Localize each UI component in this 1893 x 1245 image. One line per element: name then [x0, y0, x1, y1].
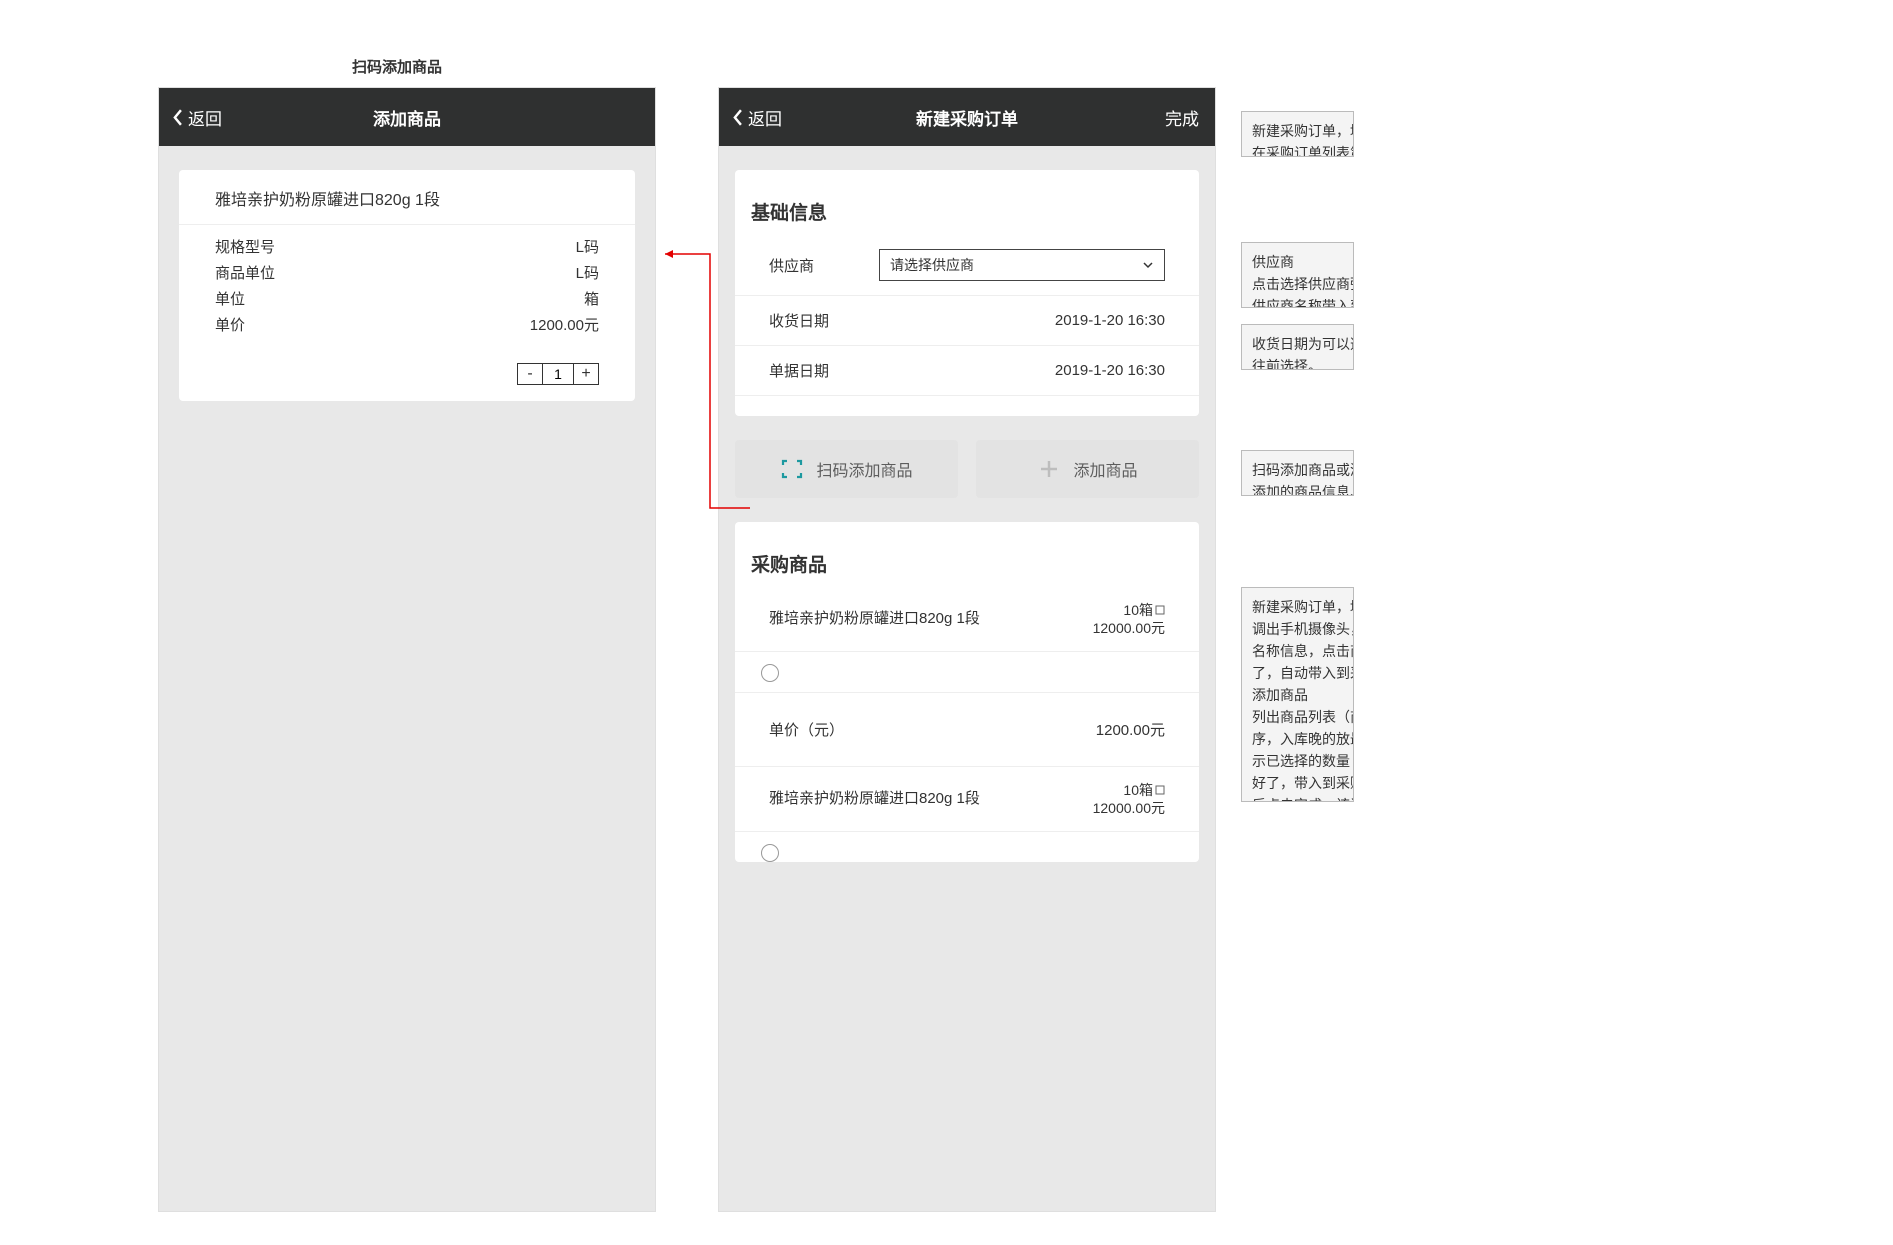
- spec-row: 单价 1200.00元: [215, 313, 599, 339]
- increment-button[interactable]: +: [573, 363, 599, 385]
- product-card: 雅培亲护奶粉原罐进口820g 1段 规格型号 L码 商品单位 L码 单位 箱 单…: [179, 170, 635, 401]
- purchase-item[interactable]: 雅培亲护奶粉原罐进口820g 1段 10箱 12000.00元: [735, 587, 1199, 652]
- spec-row: 商品单位 L码: [215, 261, 599, 287]
- purchase-item[interactable]: 雅培亲护奶粉原罐进口820g 1段 10箱 12000.00元: [735, 767, 1199, 832]
- item-totals: 10箱 12000.00元: [1093, 781, 1165, 817]
- basic-info-section: 基础信息 供应商 请选择供应商 收货日期 2019-1-20 16:30 单据日…: [735, 170, 1199, 416]
- plus-icon: [1037, 457, 1061, 481]
- section-title: 基础信息: [735, 170, 1199, 235]
- item-amount: 12000.00元: [1093, 799, 1165, 817]
- decrement-button[interactable]: -: [517, 363, 543, 385]
- unit-price-label: 单价（元）: [769, 719, 844, 740]
- unit-price-value: 1200.00元: [1096, 719, 1165, 740]
- item-radio[interactable]: [761, 664, 779, 682]
- done-button[interactable]: 完成: [1165, 105, 1199, 130]
- new-purchase-order-panel: 返回 新建采购订单 完成 基础信息 供应商 请选择供应商 收货日期 2019-1…: [718, 87, 1216, 1212]
- item-qty: 10箱: [1123, 781, 1153, 799]
- titlebar: 返回 新建采购订单 完成: [719, 88, 1215, 146]
- scan-add-caption: 扫码添加商品: [352, 56, 442, 77]
- item-qty: 10箱: [1123, 601, 1153, 619]
- quantity-stepper: - +: [179, 363, 635, 401]
- receive-date-row[interactable]: 收货日期 2019-1-20 16:30: [735, 296, 1199, 346]
- item-amount: 12000.00元: [1093, 619, 1165, 637]
- annotation: 收货日期为可以选择 往前选择。 单据日期为制单日期: [1241, 324, 1354, 370]
- spec-row: 单位 箱: [215, 287, 599, 313]
- back-button[interactable]: 返回: [719, 105, 796, 130]
- spec-row: 规格型号 L码: [215, 235, 599, 261]
- product-name: 雅培亲护奶粉原罐进口820g 1段: [179, 170, 635, 225]
- chevron-down-icon: [1142, 259, 1154, 271]
- purchase-items-section: 采购商品 雅培亲护奶粉原罐进口820g 1段 10箱 12000.00元 单价（…: [735, 522, 1199, 862]
- scan-add-label: 扫码添加商品: [816, 457, 912, 481]
- box-icon: [1155, 605, 1165, 615]
- receive-date-value: 2019-1-20 16:30: [879, 312, 1165, 329]
- chevron-left-icon: [173, 109, 184, 126]
- spec-key: 单位: [215, 287, 245, 313]
- quantity-input[interactable]: [543, 363, 573, 385]
- add-buttons-row: 扫码添加商品 添加商品: [735, 440, 1199, 498]
- back-label: 返回: [748, 105, 782, 130]
- back-label: 返回: [188, 105, 222, 130]
- item-totals: 10箱 12000.00元: [1093, 601, 1165, 637]
- scan-add-button[interactable]: 扫码添加商品: [735, 440, 958, 498]
- add-product-button[interactable]: 添加商品: [976, 440, 1199, 498]
- chevron-left-icon: [733, 109, 744, 126]
- add-product-label: 添加商品: [1073, 457, 1137, 481]
- supplier-label: 供应商: [769, 255, 879, 276]
- supplier-placeholder: 请选择供应商: [890, 255, 974, 275]
- annotation: 新建采购订单，填写 在采购订单列表第一: [1241, 111, 1354, 157]
- add-product-panel: 返回 添加商品 雅培亲护奶粉原罐进口820g 1段 规格型号 L码 商品单位 L…: [158, 87, 656, 1212]
- item-name: 雅培亲护奶粉原罐进口820g 1段: [769, 781, 980, 808]
- supplier-select[interactable]: 请选择供应商: [879, 249, 1165, 281]
- spec-list: 规格型号 L码 商品单位 L码 单位 箱 单价 1200.00元: [179, 225, 635, 355]
- doc-date-label: 单据日期: [769, 360, 879, 381]
- doc-date-value: 2019-1-20 16:30: [879, 362, 1165, 379]
- section-title: 采购商品: [735, 522, 1199, 587]
- receive-date-label: 收货日期: [769, 310, 879, 331]
- scan-icon: [780, 457, 804, 481]
- spec-key: 商品单位: [215, 261, 275, 287]
- annotation: 供应商 点击选择供应商弹出 供应商名称带入到基: [1241, 242, 1354, 308]
- spec-value: L码: [576, 261, 599, 287]
- spec-value: L码: [576, 235, 599, 261]
- titlebar: 返回 添加商品: [159, 88, 655, 146]
- item-name: 雅培亲护奶粉原罐进口820g 1段: [769, 601, 980, 628]
- annotation: 新建采购订单，填写 调出手机摄像头，扫 名称信息，点击商品 了，自动带入到采购 …: [1241, 587, 1354, 802]
- supplier-row: 供应商 请选择供应商: [735, 235, 1199, 296]
- spec-value: 箱: [584, 287, 599, 313]
- back-button[interactable]: 返回: [159, 105, 236, 130]
- box-icon: [1155, 785, 1165, 795]
- spec-value: 1200.00元: [530, 313, 599, 339]
- annotation: 扫码添加商品或添加 添加的商品信息、数: [1241, 450, 1354, 496]
- spec-key: 规格型号: [215, 235, 275, 261]
- spec-key: 单价: [215, 313, 245, 339]
- doc-date-row[interactable]: 单据日期 2019-1-20 16:30: [735, 346, 1199, 396]
- unit-price-row: 单价（元） 1200.00元: [735, 693, 1199, 767]
- item-radio[interactable]: [761, 844, 779, 862]
